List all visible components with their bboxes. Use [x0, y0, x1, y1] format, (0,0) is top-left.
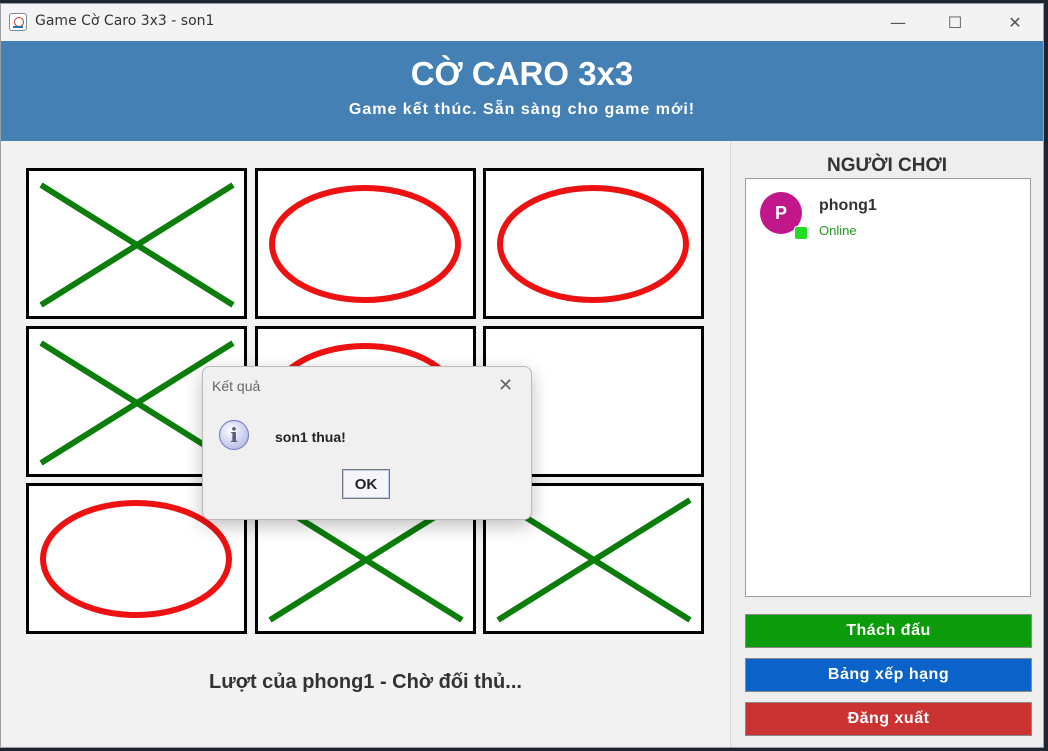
java-app-icon — [9, 13, 27, 31]
window-title: Game Cờ Caro 3x3 - son1 — [35, 13, 215, 29]
ranking-button[interactable]: Bảng xếp hạng — [745, 658, 1032, 692]
player-item[interactable]: P phong1 Online — [746, 179, 1030, 249]
player-list[interactable]: P phong1 Online — [745, 178, 1031, 597]
header-banner: CỜ CARO 3x3 Game kết thúc. Sẵn sàng cho … — [1, 41, 1043, 141]
board-cell-2[interactable] — [255, 168, 476, 319]
turn-status: Lượt của phong1 - Chờ đối thủ... — [209, 671, 522, 693]
maximize-button[interactable]: ☐ — [930, 4, 980, 41]
o-mark-icon — [497, 185, 689, 303]
minimize-button[interactable]: — — [873, 4, 923, 41]
game-title: CỜ CARO 3x3 — [410, 55, 634, 92]
player-name: phong1 — [819, 197, 877, 214]
app-window: Game Cờ Caro 3x3 - son1 — ☐ ✕ CỜ CARO 3x… — [0, 3, 1044, 748]
players-heading: NGƯỜI CHƠI — [827, 155, 947, 176]
online-indicator-icon — [794, 226, 808, 240]
x-mark-icon — [39, 182, 235, 308]
svg-text:i: i — [230, 423, 238, 447]
challenge-button[interactable]: Thách đấu — [745, 614, 1032, 648]
logout-button[interactable]: Đăng xuất — [745, 702, 1032, 736]
ok-button[interactable]: OK — [342, 469, 390, 499]
info-icon: i — [218, 419, 250, 451]
player-status: Online — [819, 223, 857, 238]
dialog-message: son1 thua! — [275, 429, 346, 445]
o-mark-icon — [269, 185, 461, 303]
dialog-close-button[interactable]: ✕ — [498, 375, 513, 396]
game-status-text: Game kết thúc. Sẵn sàng cho game mới! — [348, 101, 696, 118]
dialog-title: Kết quả — [212, 378, 261, 394]
board-cell-3[interactable] — [483, 168, 704, 319]
board-cell-1[interactable] — [26, 168, 247, 319]
result-dialog: Kết quả ✕ i son1 thua! OK — [202, 366, 532, 520]
sidebar: NGƯỜI CHƠI P phong1 Online Thách đấu Bản… — [730, 141, 1043, 747]
close-window-button[interactable]: ✕ — [990, 4, 1040, 41]
title-bar[interactable]: Game Cờ Caro 3x3 - son1 — ☐ ✕ — [1, 4, 1043, 41]
